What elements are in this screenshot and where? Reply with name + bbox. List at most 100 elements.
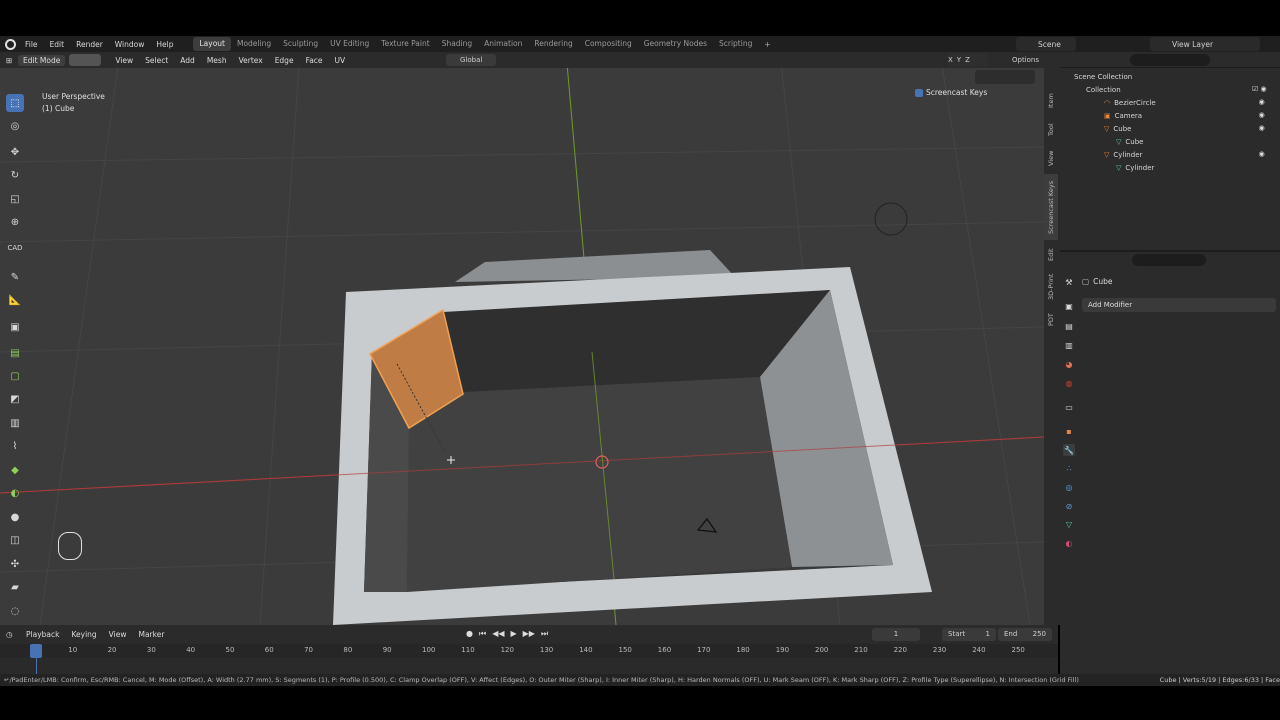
inset-tool-icon[interactable]: ▢ [6,367,24,385]
menu-add[interactable]: Add [174,56,201,65]
tab-tool[interactable]: Tool [1044,118,1058,142]
tool-properties-icon[interactable]: ⚒ [1063,276,1075,288]
world-properties-icon[interactable]: ◍ [1063,377,1075,389]
start-frame-field[interactable]: Start 1 [942,628,996,641]
outliner-search[interactable] [1130,54,1210,66]
tab-pdt[interactable]: PDT [1044,308,1058,332]
next-key-icon[interactable]: ▶▶ [523,629,535,641]
menu-vertex[interactable]: Vertex [233,56,269,65]
particles-properties-icon[interactable]: ∴ [1063,462,1075,474]
tab-screencast-keys[interactable]: Screencast Keys [1044,174,1058,240]
tab-edit[interactable]: Edit [1044,244,1058,266]
tab-geometry-nodes[interactable]: Geometry Nodes [638,37,713,51]
timeline-menu-playback[interactable]: Playback [20,630,65,639]
timeline-menu-view[interactable]: View [103,630,133,639]
end-frame-field[interactable]: End 250 [998,628,1052,641]
menu-mesh[interactable]: Mesh [201,56,233,65]
tab-modeling[interactable]: Modeling [231,37,277,51]
timeline-menu-keying[interactable]: Keying [65,630,102,639]
tab-scripting[interactable]: Scripting [713,37,758,51]
edge-slide-tool-icon[interactable]: ◫ [6,531,24,549]
cad-tool-icon[interactable]: CAD [6,239,24,257]
record-icon[interactable]: ● [466,629,473,641]
options-button[interactable]: Options [1012,54,1044,66]
object-properties-icon[interactable]: ▪ [1063,425,1075,437]
prev-key-icon[interactable]: ◀◀ [492,629,504,641]
current-frame-field[interactable]: 1 [872,628,920,641]
extrude-tool-icon[interactable]: ▤ [6,344,24,362]
scene-selector[interactable]: Scene [1016,37,1076,51]
scene-properties-icon[interactable]: ◕ [1063,358,1075,370]
tab-rendering[interactable]: Rendering [528,37,578,51]
tab-item[interactable]: Item [1044,86,1058,116]
menu-select[interactable]: Select [139,56,174,65]
mode-selector[interactable]: Edit Mode [18,54,66,66]
tab-uv-editing[interactable]: UV Editing [324,37,375,51]
menu-view[interactable]: View [109,56,139,65]
annotate-tool-icon[interactable]: ✎ [6,268,24,286]
constraints-properties-icon[interactable]: ⊘ [1063,500,1075,512]
scale-tool-icon[interactable]: ◱ [6,190,24,208]
view-layer-selector[interactable]: View Layer [1150,37,1260,51]
data-properties-icon[interactable]: ▽ [1063,518,1075,530]
smooth-tool-icon[interactable]: ● [6,508,24,526]
add-cube-tool-icon[interactable]: ▣ [6,318,24,336]
playback-controls[interactable]: ● ⏮ ◀◀ ▶ ▶▶ ⏭ [466,629,576,641]
rip-tool-icon[interactable]: ◌ [6,602,24,620]
bevel-tool-icon[interactable]: ◩ [6,390,24,408]
outliner-item[interactable]: ▽ Cube [1060,122,1280,135]
render-properties-icon[interactable]: ▣ [1063,300,1075,312]
material-properties-icon[interactable]: ◐ [1063,537,1075,549]
outliner-item[interactable]: ▽ Cylinder [1060,161,1280,174]
tab-compositing[interactable]: Compositing [579,37,638,51]
menu-edge[interactable]: Edge [269,56,300,65]
axis-toggles[interactable]: X Y Z [948,54,988,66]
move-tool-icon[interactable]: ✥ [6,143,24,161]
menu-edit[interactable]: Edit [44,40,71,49]
menu-render[interactable]: Render [70,40,109,49]
menu-file[interactable]: File [19,40,44,49]
collection-properties-icon[interactable]: ▭ [1063,401,1075,413]
tab-layout[interactable]: Layout [193,37,231,51]
visibility-toggles[interactable]: ☑ ◉ ◉ ◉ ◉ ◉ [1252,83,1278,173]
tab-sculpting[interactable]: Sculpting [277,37,324,51]
properties-search[interactable] [1132,254,1206,266]
outliner-scene-collection[interactable]: Scene Collection [1060,70,1280,83]
outliner-item[interactable]: ◠ BezierCircle [1060,96,1280,109]
outliner-item[interactable]: ▽ Cube [1060,135,1280,148]
3d-viewport[interactable]: ⊞ Edit Mode View Select Add Mesh Vertex … [0,52,1044,625]
menu-help[interactable]: Help [150,40,179,49]
jump-end-icon[interactable]: ⏭ [541,629,548,641]
playhead[interactable] [30,644,42,658]
modifier-properties-icon[interactable]: 🔧 [1063,444,1075,456]
jump-start-icon[interactable]: ⏮ [479,629,486,641]
add-modifier-button[interactable]: Add Modifier [1082,298,1276,312]
rotate-tool-icon[interactable]: ↻ [6,166,24,184]
measure-tool-icon[interactable]: 📐 [6,291,24,309]
output-properties-icon[interactable]: ▤ [1063,320,1075,332]
checkbox-icon[interactable] [915,88,923,97]
outliner-item[interactable]: ▽ Cylinder [1060,148,1280,161]
tab-3d-print[interactable]: 3D-Print [1044,270,1058,304]
select-box-icon[interactable]: ⬚ [6,94,24,112]
physics-properties-icon[interactable]: ◎ [1063,481,1075,493]
spin-tool-icon[interactable]: ◐ [6,484,24,502]
blender-logo-icon[interactable] [5,38,16,50]
shear-tool-icon[interactable]: ▰ [6,578,24,596]
menu-face[interactable]: Face [300,56,329,65]
tab-texture-paint[interactable]: Texture Paint [375,37,435,51]
add-workspace-icon[interactable]: + [758,40,776,49]
outliner-item[interactable]: ▣ Camera [1060,109,1280,122]
shading-buttons[interactable] [975,70,1035,84]
select-mode-buttons[interactable] [69,54,102,66]
play-icon[interactable]: ▶ [511,629,517,641]
shrink-fatten-tool-icon[interactable]: ✣ [6,555,24,573]
transform-orientation[interactable]: Global [446,54,496,66]
loop-cut-tool-icon[interactable]: ▥ [6,414,24,432]
poly-build-tool-icon[interactable]: ◆ [6,461,24,479]
screencast-toggle[interactable]: Screencast Keys [915,88,987,97]
tab-shading[interactable]: Shading [436,37,478,51]
editor-type-icon[interactable]: ⊞ [0,56,18,65]
view-layer-properties-icon[interactable]: ▥ [1063,339,1075,351]
menu-window[interactable]: Window [109,40,151,49]
